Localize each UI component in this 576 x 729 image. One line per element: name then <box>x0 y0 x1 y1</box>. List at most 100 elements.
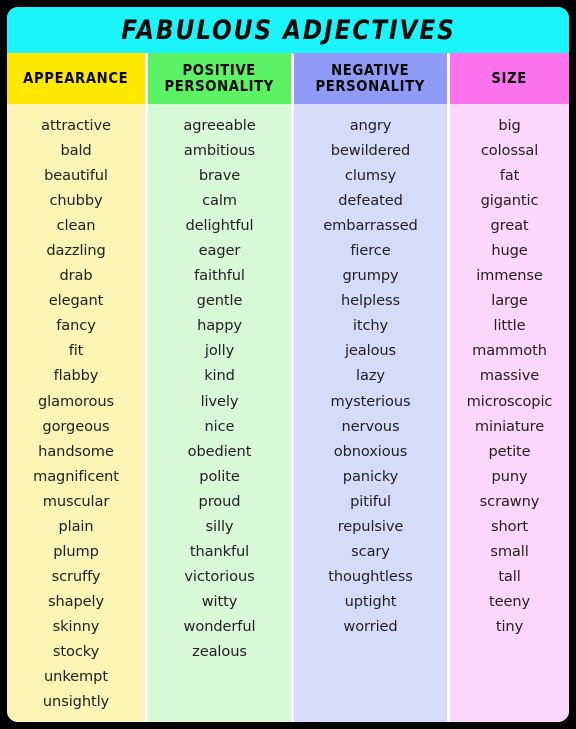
word-item: scrawny <box>479 492 540 510</box>
word-item: happy <box>197 317 242 335</box>
word-item: mammoth <box>472 342 547 360</box>
word-item: magnificent <box>33 467 119 485</box>
word-item: immense <box>476 267 543 285</box>
word-item: elegant <box>48 292 104 310</box>
word-item: helpless <box>341 292 400 310</box>
word-item: victorious <box>184 567 255 585</box>
word-item: polite <box>199 467 240 485</box>
column-header-label: APPEARANCE <box>23 68 129 87</box>
word-item: angry <box>349 117 392 134</box>
word-item: little <box>493 317 526 335</box>
column-header-label: POSITIVE PERSONALITY <box>164 61 275 95</box>
word-item: calm <box>202 192 237 210</box>
word-item: fit <box>68 342 84 360</box>
word-item: drab <box>59 267 93 285</box>
word-item: tall <box>498 567 521 585</box>
word-item: microscopic <box>466 392 553 410</box>
word-item: fierce <box>350 242 391 260</box>
word-item: obedient <box>187 442 252 460</box>
word-item: nice <box>204 417 235 435</box>
word-item: gigantic <box>480 192 539 210</box>
word-item: mysterious <box>330 392 411 410</box>
word-item: eager <box>198 242 241 260</box>
word-item: zealous <box>192 642 247 660</box>
word-item: plump <box>53 542 99 560</box>
word-item: witty <box>201 592 238 610</box>
word-item: stocky <box>52 642 100 660</box>
column-header-size: SIZE <box>450 53 569 104</box>
word-item: handsome <box>38 442 114 460</box>
word-item: fat <box>499 167 520 185</box>
word-item: brave <box>198 167 241 185</box>
poster-title-bar: FABULOUS ADJECTIVES <box>7 7 569 53</box>
word-item: scruffy <box>51 567 101 585</box>
word-item: short <box>490 517 528 535</box>
page-title: FABULOUS ADJECTIVES <box>120 14 456 46</box>
word-item: glamorous <box>38 392 114 410</box>
word-item: great <box>490 217 529 235</box>
word-item: bewildered <box>330 142 411 160</box>
word-item: unsightly <box>42 693 110 711</box>
word-item: puny <box>491 467 528 485</box>
word-item: chubby <box>49 192 103 210</box>
word-item: beautiful <box>44 167 108 185</box>
word-column-positive-personality: agreeable ambitious brave calm delightful eag… <box>148 104 291 722</box>
word-item: pitiful <box>350 492 391 510</box>
word-item: nervous <box>341 417 400 435</box>
word-column-size: big colossal fat gigantic great huge immense la… <box>450 104 569 722</box>
word-item: massive <box>479 367 540 385</box>
word-item: proud <box>198 492 241 510</box>
word-item: fancy <box>56 317 96 335</box>
word-item: clumsy <box>344 167 397 185</box>
word-item: colossal <box>480 142 539 160</box>
word-item: plain <box>58 517 94 535</box>
word-item: flabby <box>53 367 99 385</box>
word-item: repulsive <box>337 517 404 535</box>
word-item: thankful <box>189 542 250 560</box>
column-header-label: NEGATIVE PERSONALITY <box>315 61 426 95</box>
word-item: panicky <box>342 467 399 485</box>
word-item: skinny <box>52 617 100 635</box>
word-item: uptight <box>344 592 397 610</box>
word-item: unkempt <box>44 668 108 686</box>
column-header-positive-personality: POSITIVE PERSONALITY <box>148 53 291 104</box>
word-item: large <box>491 292 528 310</box>
poster-inner: FABULOUS ADJECTIVES APPEARANCE POSITIVE P… <box>7 7 569 722</box>
word-item: delightful <box>185 217 254 235</box>
word-item: dazzling <box>46 242 106 260</box>
word-item: clean <box>56 217 96 235</box>
word-item: miniature <box>474 417 545 435</box>
word-item: itchy <box>352 317 389 335</box>
word-item: kind <box>204 367 235 385</box>
column-header-appearance: APPEARANCE <box>7 53 145 104</box>
word-item: shapely <box>47 592 105 610</box>
word-item: ambitious <box>183 142 256 160</box>
word-item: small <box>490 542 529 560</box>
word-item: lazy <box>356 367 385 385</box>
word-item: thoughtless <box>328 567 413 585</box>
word-item: jolly <box>204 342 235 360</box>
word-item: gorgeous <box>42 417 110 435</box>
word-item: jealous <box>344 342 397 360</box>
word-item: scary <box>351 542 390 560</box>
word-item: teeny <box>488 592 531 610</box>
word-item: embarrassed <box>323 217 418 235</box>
word-item: lively <box>200 392 239 410</box>
word-item: huge <box>491 242 528 260</box>
word-column-negative-personality: angry bewildered clumsy defeated embarrassed… <box>294 104 447 722</box>
word-columns-row: attractive bald beautiful chubby clean dazzli… <box>7 104 569 722</box>
word-item: obnoxious <box>333 442 408 460</box>
word-item: muscular <box>42 492 110 510</box>
word-column-appearance: attractive bald beautiful chubby clean dazzli… <box>7 104 145 722</box>
word-item: bald <box>60 142 92 160</box>
column-header-negative-personality: NEGATIVE PERSONALITY <box>294 53 447 104</box>
adjectives-poster: FABULOUS ADJECTIVES APPEARANCE POSITIVE P… <box>0 0 576 729</box>
word-item: worried <box>343 617 398 635</box>
word-item: agreeable <box>183 117 256 134</box>
word-item: faithful <box>194 267 245 285</box>
column-header-row: APPEARANCE POSITIVE PERSONALITY NEGATIVE P… <box>7 53 569 104</box>
word-item: defeated <box>338 192 403 210</box>
word-item: grumpy <box>342 267 399 285</box>
word-item: petite <box>488 442 531 460</box>
word-item: silly <box>205 517 234 535</box>
